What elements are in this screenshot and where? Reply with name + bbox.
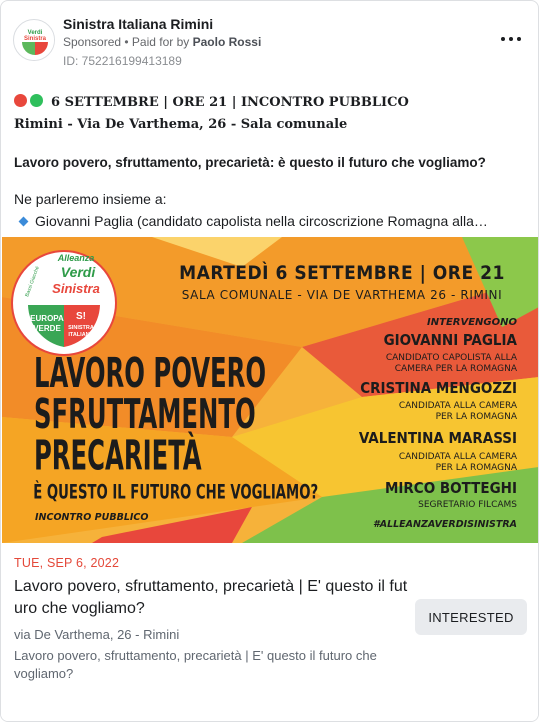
event-title[interactable]: Lavoro povero, sfruttamento, precarietà … <box>14 576 409 620</box>
banner-intervengono: INTERVENGONO <box>427 317 517 328</box>
logo-si-text-2: ITALIANA <box>68 332 93 338</box>
banner-date-line: MARTEDÌ 6 SETTEMBRE | ORE 21 <box>179 261 505 284</box>
speaker1-name: GIOVANNI PAGLIA <box>384 331 518 349</box>
post-line-speaker: Giovanni Paglia (candidato capolista nel… <box>14 210 529 232</box>
speaker3-role-1: CANDIDATA ALLA CAMERA <box>399 452 518 462</box>
logo-sinistra-text: Sinistra <box>52 281 100 296</box>
green-circle-icon <box>30 94 43 107</box>
banner-incontro: INCONTRO PUBBLICO <box>35 512 148 523</box>
banner-headline-2: SFRUTTAMENTO <box>34 392 256 439</box>
logo-verdi-text: Verdi <box>61 264 97 280</box>
logo-europa-text: EUROPA <box>30 314 64 323</box>
paid-by-name[interactable]: Paolo Rossi <box>193 35 262 49</box>
event-date: TUE, SEP 6, 2022 <box>14 556 120 570</box>
banner-headline-1: LAVORO POVERO <box>34 350 266 397</box>
post-line-date: 6 SETTEMBRE | ORE 21 | INCONTRO PUBBLICO <box>14 92 529 114</box>
page-avatar[interactable]: Verdi Sinistra <box>13 19 55 61</box>
event-location: via De Varthema, 26 - Rimini <box>14 627 180 642</box>
post-line-intro: Ne parleremo insieme a: <box>14 191 167 207</box>
logo-alleanza-text: Alleanza <box>57 253 95 263</box>
banner-graphic: Alleanza Verdi Sinistra Bassi Giacché EU… <box>2 237 538 543</box>
more-options-icon[interactable] <box>500 31 522 47</box>
logo-si-mark: S! <box>76 311 86 322</box>
page-name-link[interactable]: Sinistra Italiana Rimini <box>63 16 213 32</box>
event-banner-image[interactable]: Alleanza Verdi Sinistra Bassi Giacché EU… <box>2 237 538 543</box>
banner-venue-line: SALA COMUNALE - VIA DE VARTHEMA 26 - RIM… <box>182 288 503 302</box>
banner-headline-3: PRECARIETÀ <box>34 430 202 480</box>
post-line-date-text: 6 SETTEMBRE | ORE 21 | INCONTRO PUBBLICO <box>51 95 409 110</box>
speaker3-role-2: PER LA ROMAGNA <box>436 463 518 473</box>
small-blue-diamond-icon <box>18 216 29 227</box>
event-description: Lavoro povero, sfruttamento, precarietà … <box>14 648 377 681</box>
banner-hashtag: #ALLEANZAVERDISINISTRA <box>373 519 517 530</box>
post-line-address: Rimini - Via De Varthema, 26 - Sala comu… <box>14 117 348 132</box>
red-circle-icon <box>14 94 27 107</box>
speaker4-name: MIRCO BOTTEGHI <box>385 479 517 497</box>
logo-avatar-icon: Verdi Sinistra <box>15 21 54 60</box>
speaker1-role-2: CAMERA PER LA ROMAGNA <box>395 364 518 374</box>
event-attachment[interactable]: TUE, SEP 6, 2022 Lavoro povero, sfruttam… <box>1 543 538 721</box>
speaker2-name: CRISTINA MENGOZZI <box>360 379 517 397</box>
speaker4-role-1: SEGRETARIO FILCAMS <box>418 500 517 510</box>
paid-by-prefix: • Paid for by <box>121 35 193 49</box>
speaker1-role-1: CANDIDATO CAPOLISTA ALLA <box>386 353 518 363</box>
speaker3-name: VALENTINA MARASSI <box>359 429 517 447</box>
post-text: 6 SETTEMBRE | ORE 21 | INCONTRO PUBBLICO… <box>14 92 529 232</box>
ad-card: Verdi Sinistra Sinistra Italiana Rimini … <box>0 0 539 722</box>
interested-button[interactable]: INTERESTED <box>415 599 527 635</box>
logo-si-text-1: SINISTRA <box>68 325 94 331</box>
post-line-speaker-text: Giovanni Paglia (candidato capolista nel… <box>35 213 488 229</box>
speaker2-role-2: PER LA ROMAGNA <box>436 412 518 422</box>
sponsored-label: Sponsored <box>63 35 122 49</box>
post-line-question: Lavoro povero, sfruttamento, precarietà:… <box>14 155 486 170</box>
svg-text:Sinistra: Sinistra <box>24 36 47 42</box>
banner-headline-4: È QUESTO IL FUTURO CHE VOGLIAMO? <box>33 480 318 505</box>
post-header: Verdi Sinistra Sinistra Italiana Rimini … <box>13 13 526 69</box>
speaker2-role-1: CANDIDATA ALLA CAMERA <box>399 401 518 411</box>
sponsored-line: Sponsored • Paid for by Paolo Rossi <box>63 35 261 49</box>
logo-verde-text: VERDE <box>33 324 61 333</box>
ad-id: ID: 752216199413189 <box>63 54 182 68</box>
